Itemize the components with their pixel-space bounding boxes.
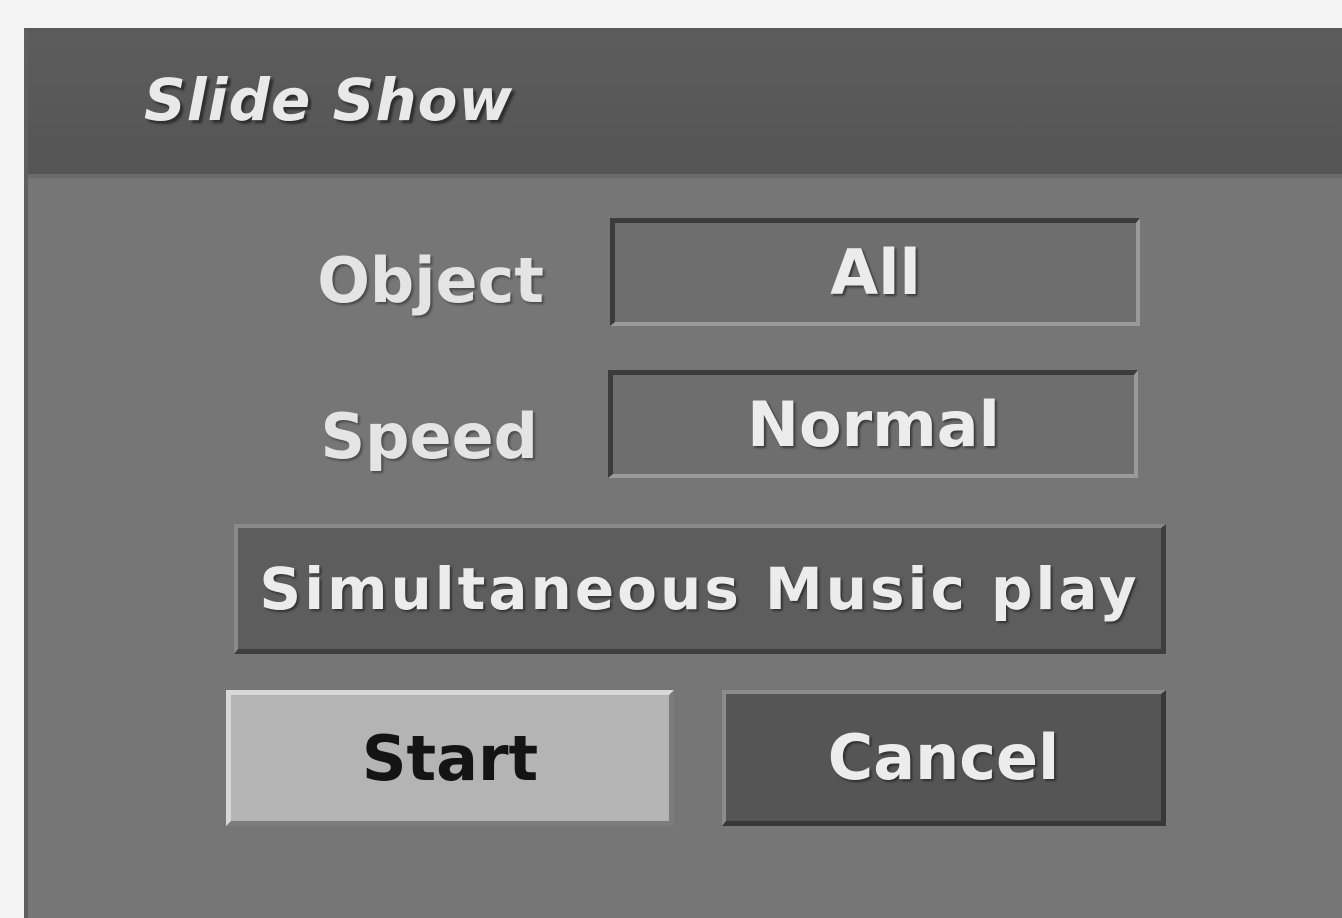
- start-button[interactable]: Start: [226, 690, 674, 826]
- cancel-button[interactable]: Cancel: [722, 690, 1166, 826]
- object-label: Object: [317, 244, 544, 317]
- speed-select[interactable]: Normal: [608, 370, 1138, 478]
- dialog-titlebar: Slide Show: [28, 32, 1342, 178]
- object-select[interactable]: All: [610, 218, 1140, 326]
- simultaneous-music-play-button[interactable]: Simultaneous Music play: [234, 524, 1166, 654]
- dialog-title: Slide Show: [144, 66, 514, 134]
- speed-label: Speed: [320, 400, 538, 473]
- slide-show-dialog: Slide Show Object All Speed Normal Simul…: [24, 28, 1342, 918]
